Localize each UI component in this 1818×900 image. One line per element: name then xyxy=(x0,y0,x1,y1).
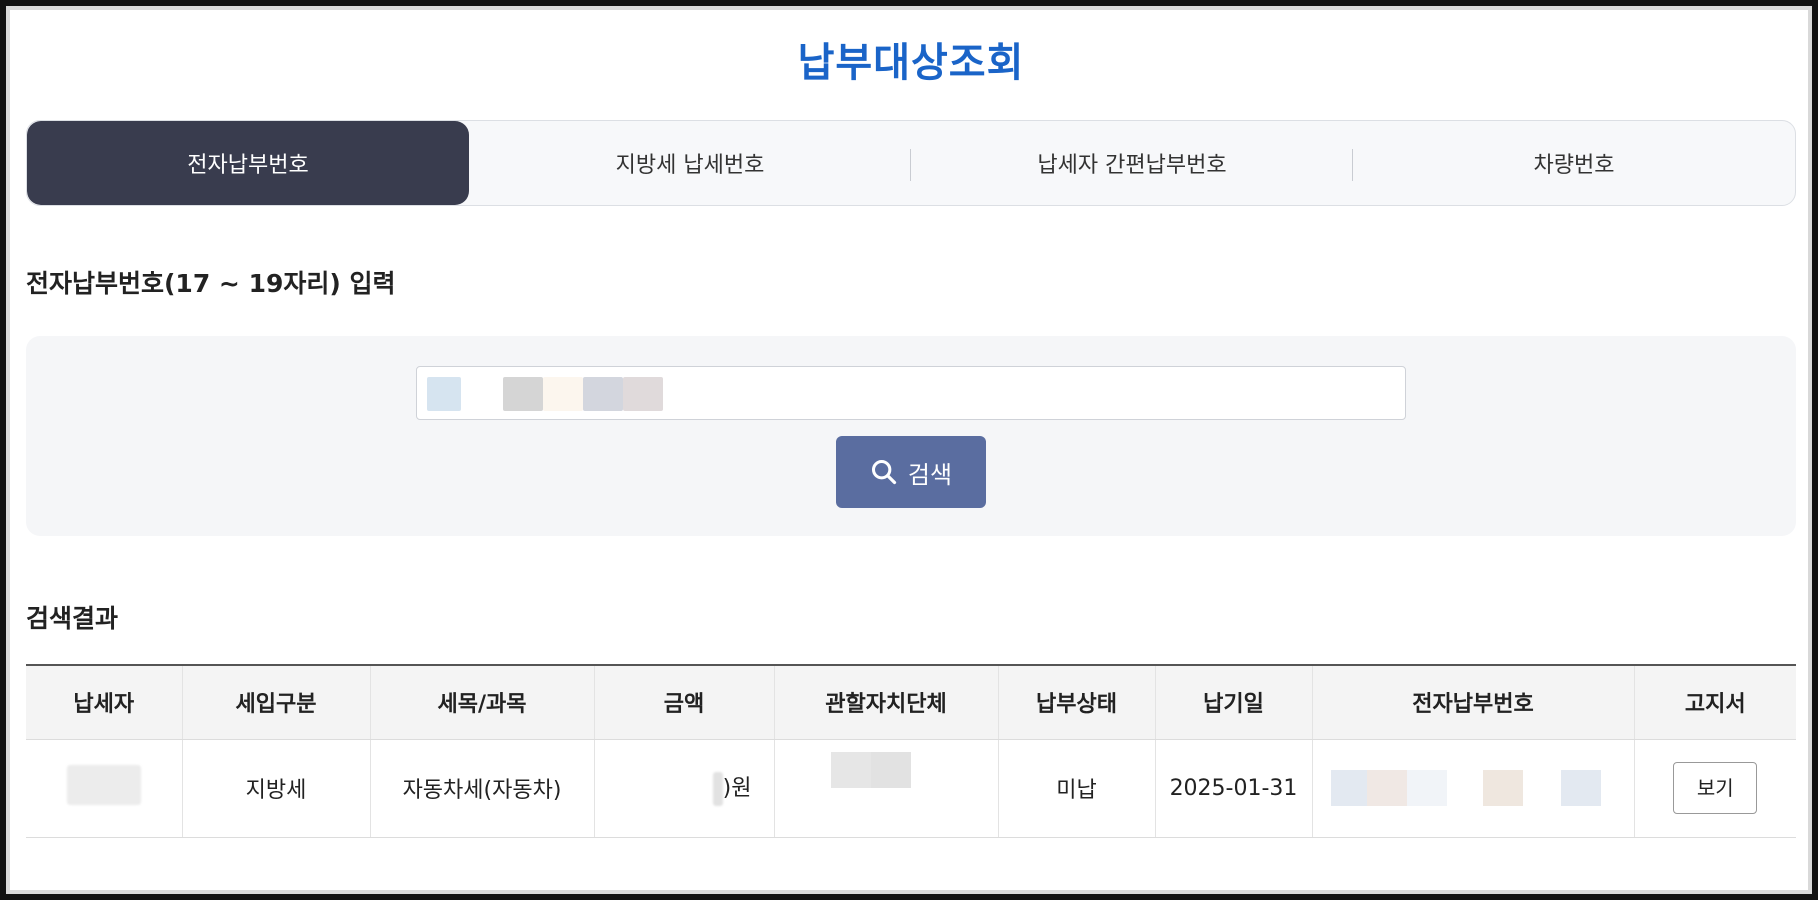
table-row: 지방세 자동차세(자동차) )원 미납 2025-01-31 보기 xyxy=(26,739,1796,838)
tab-simple-payment-number[interactable]: 납세자 간편납부번호 xyxy=(911,121,1353,205)
due-date-cell: 2025-01-31 xyxy=(1155,739,1313,838)
redacted-mask xyxy=(1560,770,1601,806)
tab-label: 전자납부번호 xyxy=(187,153,309,178)
table-header-row: 납세자 세입구분 세목/과목 금액 관할자치단체 납부상태 납기일 전자납부번호… xyxy=(26,665,1796,740)
amount-cell: )원 xyxy=(594,739,775,838)
taxpayer-cell xyxy=(26,739,183,838)
payment-status-cell: 미납 xyxy=(998,739,1156,838)
column-header: 세입구분 xyxy=(182,665,371,740)
column-header: 전자납부번호 xyxy=(1312,665,1635,740)
column-header: 납세자 xyxy=(26,665,183,740)
jurisdiction-cell xyxy=(774,739,999,838)
column-header: 세목/과목 xyxy=(370,665,595,740)
search-icon xyxy=(871,459,897,485)
redacted-mask xyxy=(427,377,461,411)
redacted-mask xyxy=(830,751,871,788)
amount-value: )원 xyxy=(722,776,752,801)
payment-number-input[interactable] xyxy=(416,366,1406,420)
search-button[interactable]: 검색 xyxy=(836,436,986,508)
column-header: 금액 xyxy=(594,665,775,740)
revenue-type-cell: 지방세 xyxy=(182,739,371,838)
page: 납부대상조회 전자납부번호 지방세 납세번호 납세자 간편납부번호 차량번호 전… xyxy=(26,14,1796,884)
search-button-label: 검색 xyxy=(907,460,953,489)
payment-number-cell xyxy=(1312,739,1635,838)
search-panel: 검색 xyxy=(26,336,1796,536)
redacted-mask xyxy=(712,772,723,806)
redacted-mask xyxy=(503,377,543,411)
tab-vehicle-number[interactable]: 차량번호 xyxy=(1353,121,1795,205)
redacted-mask xyxy=(870,751,911,788)
redacted-mask xyxy=(1406,770,1447,806)
redacted-mask xyxy=(583,377,623,411)
results-section-title: 검색결과 xyxy=(26,604,119,633)
tab-label: 납세자 간편납부번호 xyxy=(1037,153,1227,178)
search-section-title: 전자납부번호(17 ~ 19자리) 입력 xyxy=(26,269,396,298)
tab-label: 차량번호 xyxy=(1533,153,1615,178)
redacted-mask xyxy=(623,377,663,411)
tab-electronic-payment-number[interactable]: 전자납부번호 xyxy=(27,121,469,205)
redacted-mask xyxy=(543,377,583,411)
redacted-mask xyxy=(1366,770,1407,806)
tab-label: 지방세 납세번호 xyxy=(615,153,765,178)
column-header: 고지서 xyxy=(1634,665,1796,740)
column-header: 관할자치단체 xyxy=(774,665,999,740)
tax-item-cell: 자동차세(자동차) xyxy=(370,739,595,838)
results-table: 납세자 세입구분 세목/과목 금액 관할자치단체 납부상태 납기일 전자납부번호… xyxy=(26,664,1796,838)
search-type-tabs: 전자납부번호 지방세 납세번호 납세자 간편납부번호 차량번호 xyxy=(26,120,1796,206)
column-header: 납기일 xyxy=(1155,665,1313,740)
notice-cell: 보기 xyxy=(1634,739,1796,838)
tab-local-tax-number[interactable]: 지방세 납세번호 xyxy=(469,121,911,205)
view-notice-button[interactable]: 보기 xyxy=(1673,762,1758,814)
redacted-mask xyxy=(1330,770,1367,806)
redacted-mask xyxy=(66,765,141,805)
page-title: 납부대상조회 xyxy=(797,40,1025,86)
column-header: 납부상태 xyxy=(998,665,1156,740)
redacted-mask xyxy=(1482,770,1523,806)
